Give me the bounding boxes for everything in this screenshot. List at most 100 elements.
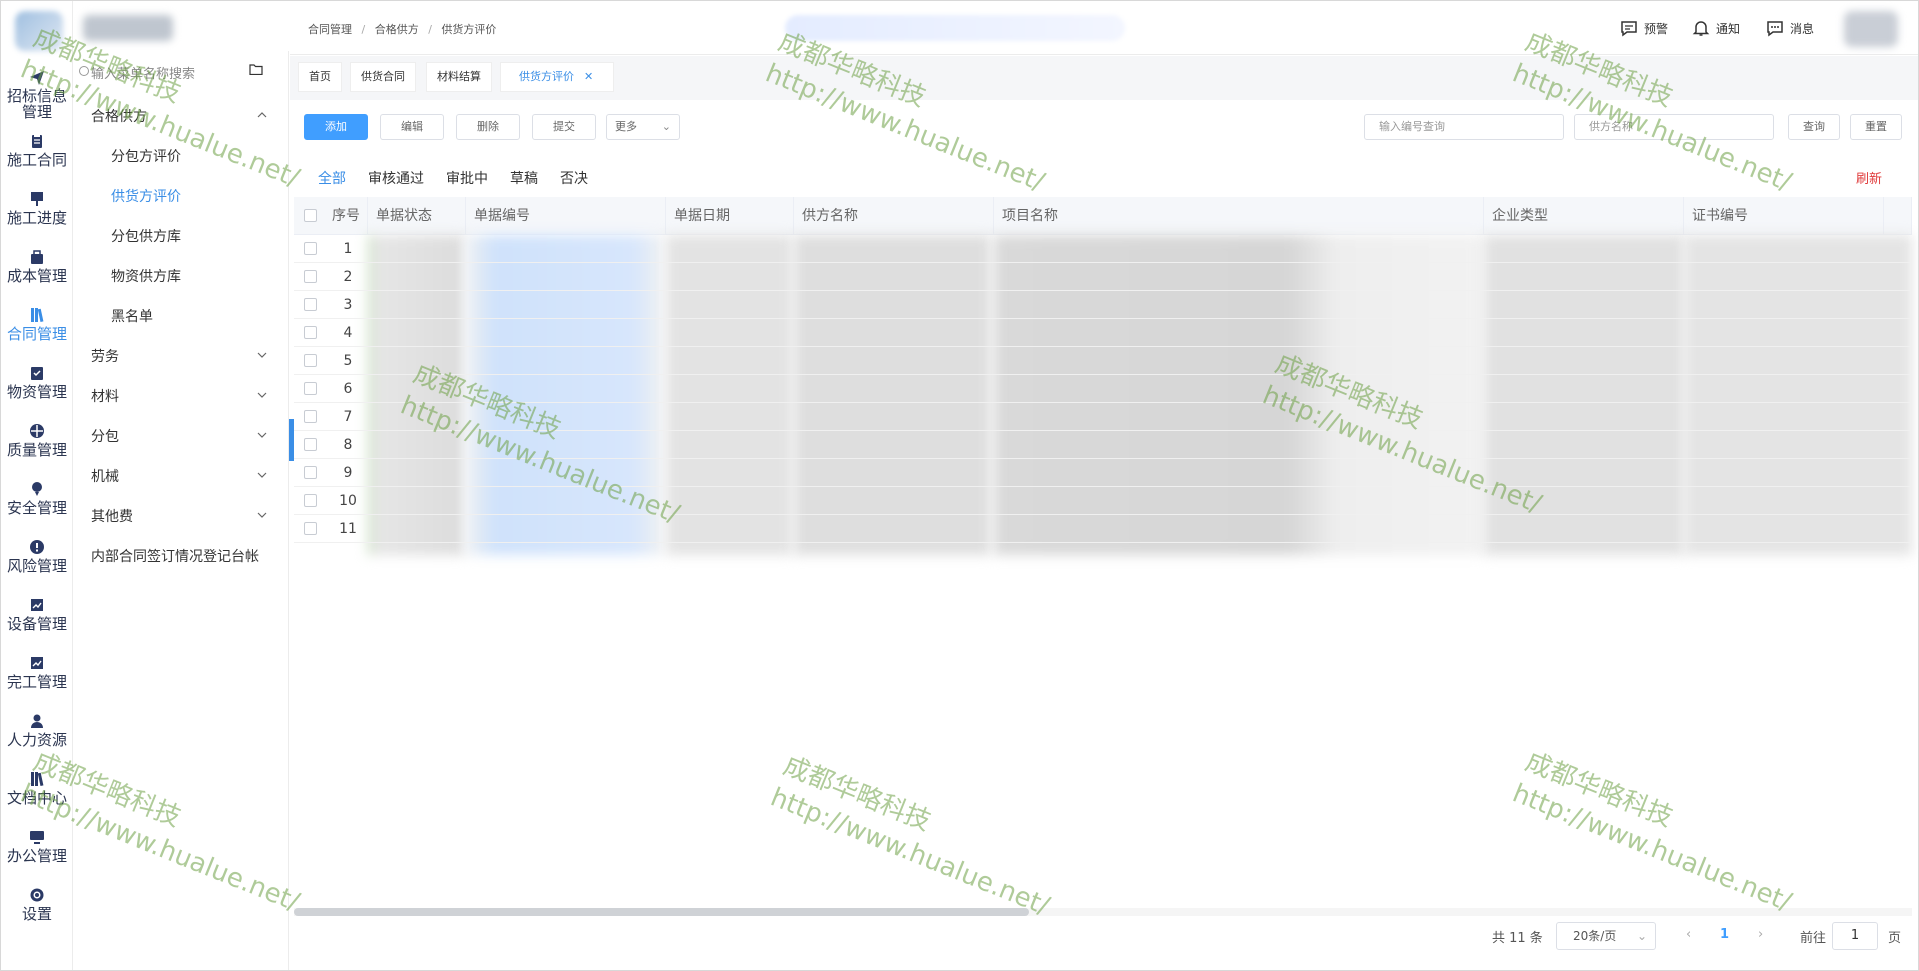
col-supplier-name[interactable]: 供方名称	[794, 197, 994, 235]
menu-group[interactable]: 合格供方	[73, 102, 289, 126]
filter-approved[interactable]: 审核通过	[368, 168, 424, 188]
table-row[interactable]: 9	[294, 459, 1912, 487]
col-status[interactable]: 单据状态	[368, 197, 466, 235]
folder-icon[interactable]	[249, 64, 263, 75]
page-size-label: 20条/页	[1573, 929, 1617, 943]
rail-item[interactable]: 招标信息管理	[1, 69, 73, 120]
table-row[interactable]: 4	[294, 319, 1912, 347]
row-checkbox[interactable]	[304, 522, 317, 535]
menu-group[interactable]: 劳务	[73, 342, 289, 366]
next-page-button[interactable]: ›	[1758, 927, 1763, 942]
row-checkbox[interactable]	[304, 438, 317, 451]
col-company-type[interactable]: 企业类型	[1484, 197, 1684, 235]
row-checkbox[interactable]	[304, 354, 317, 367]
menu-item[interactable]: 黑名单	[111, 306, 153, 326]
menu-group[interactable]: 分包	[73, 422, 289, 446]
menu-item-internal-contract-ledger[interactable]: 内部合同签订情况登记台帐	[91, 546, 259, 566]
page-tabs: 首页 供货合同 材料结算 供货方评价 ✕	[290, 56, 1918, 100]
close-icon[interactable]: ✕	[584, 70, 593, 83]
row-checkbox[interactable]	[304, 270, 317, 283]
submit-button[interactable]: 提交	[532, 114, 596, 140]
rail-item[interactable]: 合同管理	[1, 307, 73, 342]
menu-group[interactable]: 机械	[73, 462, 289, 486]
rail-item[interactable]: 物资管理	[1, 365, 73, 400]
breadcrumb-item[interactable]: 合格供方	[375, 23, 419, 36]
tab-home[interactable]: 首页	[298, 62, 342, 92]
row-checkbox[interactable]	[304, 494, 317, 507]
rail-item[interactable]: 设备管理	[1, 597, 73, 632]
checklist-icon	[31, 367, 43, 380]
row-checkbox[interactable]	[304, 466, 317, 479]
filter-draft[interactable]: 草稿	[510, 168, 538, 188]
menu-group[interactable]: 材料	[73, 382, 289, 406]
col-project-name[interactable]: 项目名称	[994, 197, 1484, 235]
menu-group[interactable]: 其他费	[73, 502, 289, 526]
query-button[interactable]: 查询	[1788, 114, 1840, 140]
table-row[interactable]: 11	[294, 515, 1912, 543]
table-row[interactable]: 3	[294, 291, 1912, 319]
prev-page-button[interactable]: ‹	[1686, 927, 1691, 942]
row-checkbox[interactable]	[304, 382, 317, 395]
page-size-select[interactable]: 20条/页 ⌄	[1556, 922, 1656, 950]
menu-search[interactable]: 输入菜单名称搜索	[73, 51, 289, 89]
notify-button[interactable]: 通知	[1692, 19, 1740, 37]
table-row[interactable]: 7	[294, 403, 1912, 431]
rail-item[interactable]: 办公管理	[1, 829, 73, 864]
rail-item[interactable]: 人力资源	[1, 713, 73, 748]
scrollbar-thumb[interactable]	[294, 908, 1029, 916]
add-button[interactable]: 添加	[304, 114, 368, 140]
chevron-down-icon	[257, 392, 267, 398]
table-row[interactable]: 8	[294, 431, 1912, 459]
filter-rejected[interactable]: 否决	[560, 168, 588, 188]
delete-button[interactable]: 删除	[456, 114, 520, 140]
row-index: 3	[343, 297, 353, 313]
rail-item[interactable]: 风险管理	[1, 539, 73, 574]
select-all-checkbox[interactable]	[304, 209, 317, 222]
rail-item[interactable]: 安全管理	[1, 481, 73, 516]
edit-button[interactable]: 编辑	[380, 114, 444, 140]
row-checkbox[interactable]	[304, 326, 317, 339]
row-checkbox[interactable]	[304, 242, 317, 255]
filter-in-approval[interactable]: 审批中	[446, 168, 488, 188]
tab-material-settlement[interactable]: 材料结算	[426, 62, 492, 92]
row-checkbox[interactable]	[304, 410, 317, 423]
avatar[interactable]	[1844, 11, 1898, 47]
refresh-button[interactable]: 刷新	[1856, 168, 1882, 187]
tab-supplier-evaluation[interactable]: 供货方评价 ✕	[500, 62, 614, 92]
menu-item[interactable]: 供货方评价	[111, 186, 181, 206]
menu-item[interactable]: 分包方评价	[111, 146, 181, 166]
code-search-input[interactable]: 输入编号查询	[1364, 114, 1564, 140]
menu-item[interactable]: 分包供方库	[111, 226, 181, 246]
message-button[interactable]: 消息	[1766, 19, 1814, 37]
rail-item[interactable]: 施工合同	[1, 133, 73, 168]
rail-item[interactable]: 完工管理	[1, 655, 73, 690]
rail-item[interactable]: 成本管理	[1, 249, 73, 284]
table-row[interactable]: 10	[294, 487, 1912, 515]
more-dropdown[interactable]: 更多 ⌄	[606, 114, 680, 140]
rail-item[interactable]: 设置	[1, 887, 73, 922]
rail-item[interactable]: 施工进度	[1, 191, 73, 226]
row-checkbox[interactable]	[304, 298, 317, 311]
horizontal-scrollbar[interactable]	[294, 908, 1912, 916]
table-row[interactable]: 6	[294, 375, 1912, 403]
table-row[interactable]: 2	[294, 263, 1912, 291]
rail-item-label: 人力资源	[6, 731, 67, 749]
col-doc-date[interactable]: 单据日期	[666, 197, 794, 235]
filter-all[interactable]: 全部	[318, 168, 346, 188]
col-doc-number[interactable]: 单据编号	[466, 197, 666, 235]
tab-supply-contract[interactable]: 供货合同	[350, 62, 416, 92]
rail-item[interactable]: 文档中心	[1, 771, 73, 806]
col-cert-number[interactable]: 证书编号	[1684, 197, 1884, 235]
warn-button[interactable]: 预警	[1620, 19, 1668, 37]
page-number-current[interactable]: 1	[1720, 927, 1729, 942]
rail-item[interactable]: 质量管理	[1, 423, 73, 458]
menu-search-input[interactable]: 输入菜单名称搜索	[91, 63, 195, 82]
reset-button[interactable]: 重置	[1850, 114, 1902, 140]
menu-item[interactable]: 物资供方库	[111, 266, 181, 286]
goto-page-input[interactable]: 1	[1832, 922, 1878, 950]
table-row[interactable]: 1	[294, 235, 1912, 263]
module-rail: 招标信息管理施工合同施工进度成本管理合同管理物资管理质量管理安全管理风险管理设备…	[1, 1, 173, 970]
supplier-name-input[interactable]: 供方名称	[1574, 114, 1774, 140]
breadcrumb-item[interactable]: 合同管理	[308, 23, 352, 36]
table-row[interactable]: 5	[294, 347, 1912, 375]
